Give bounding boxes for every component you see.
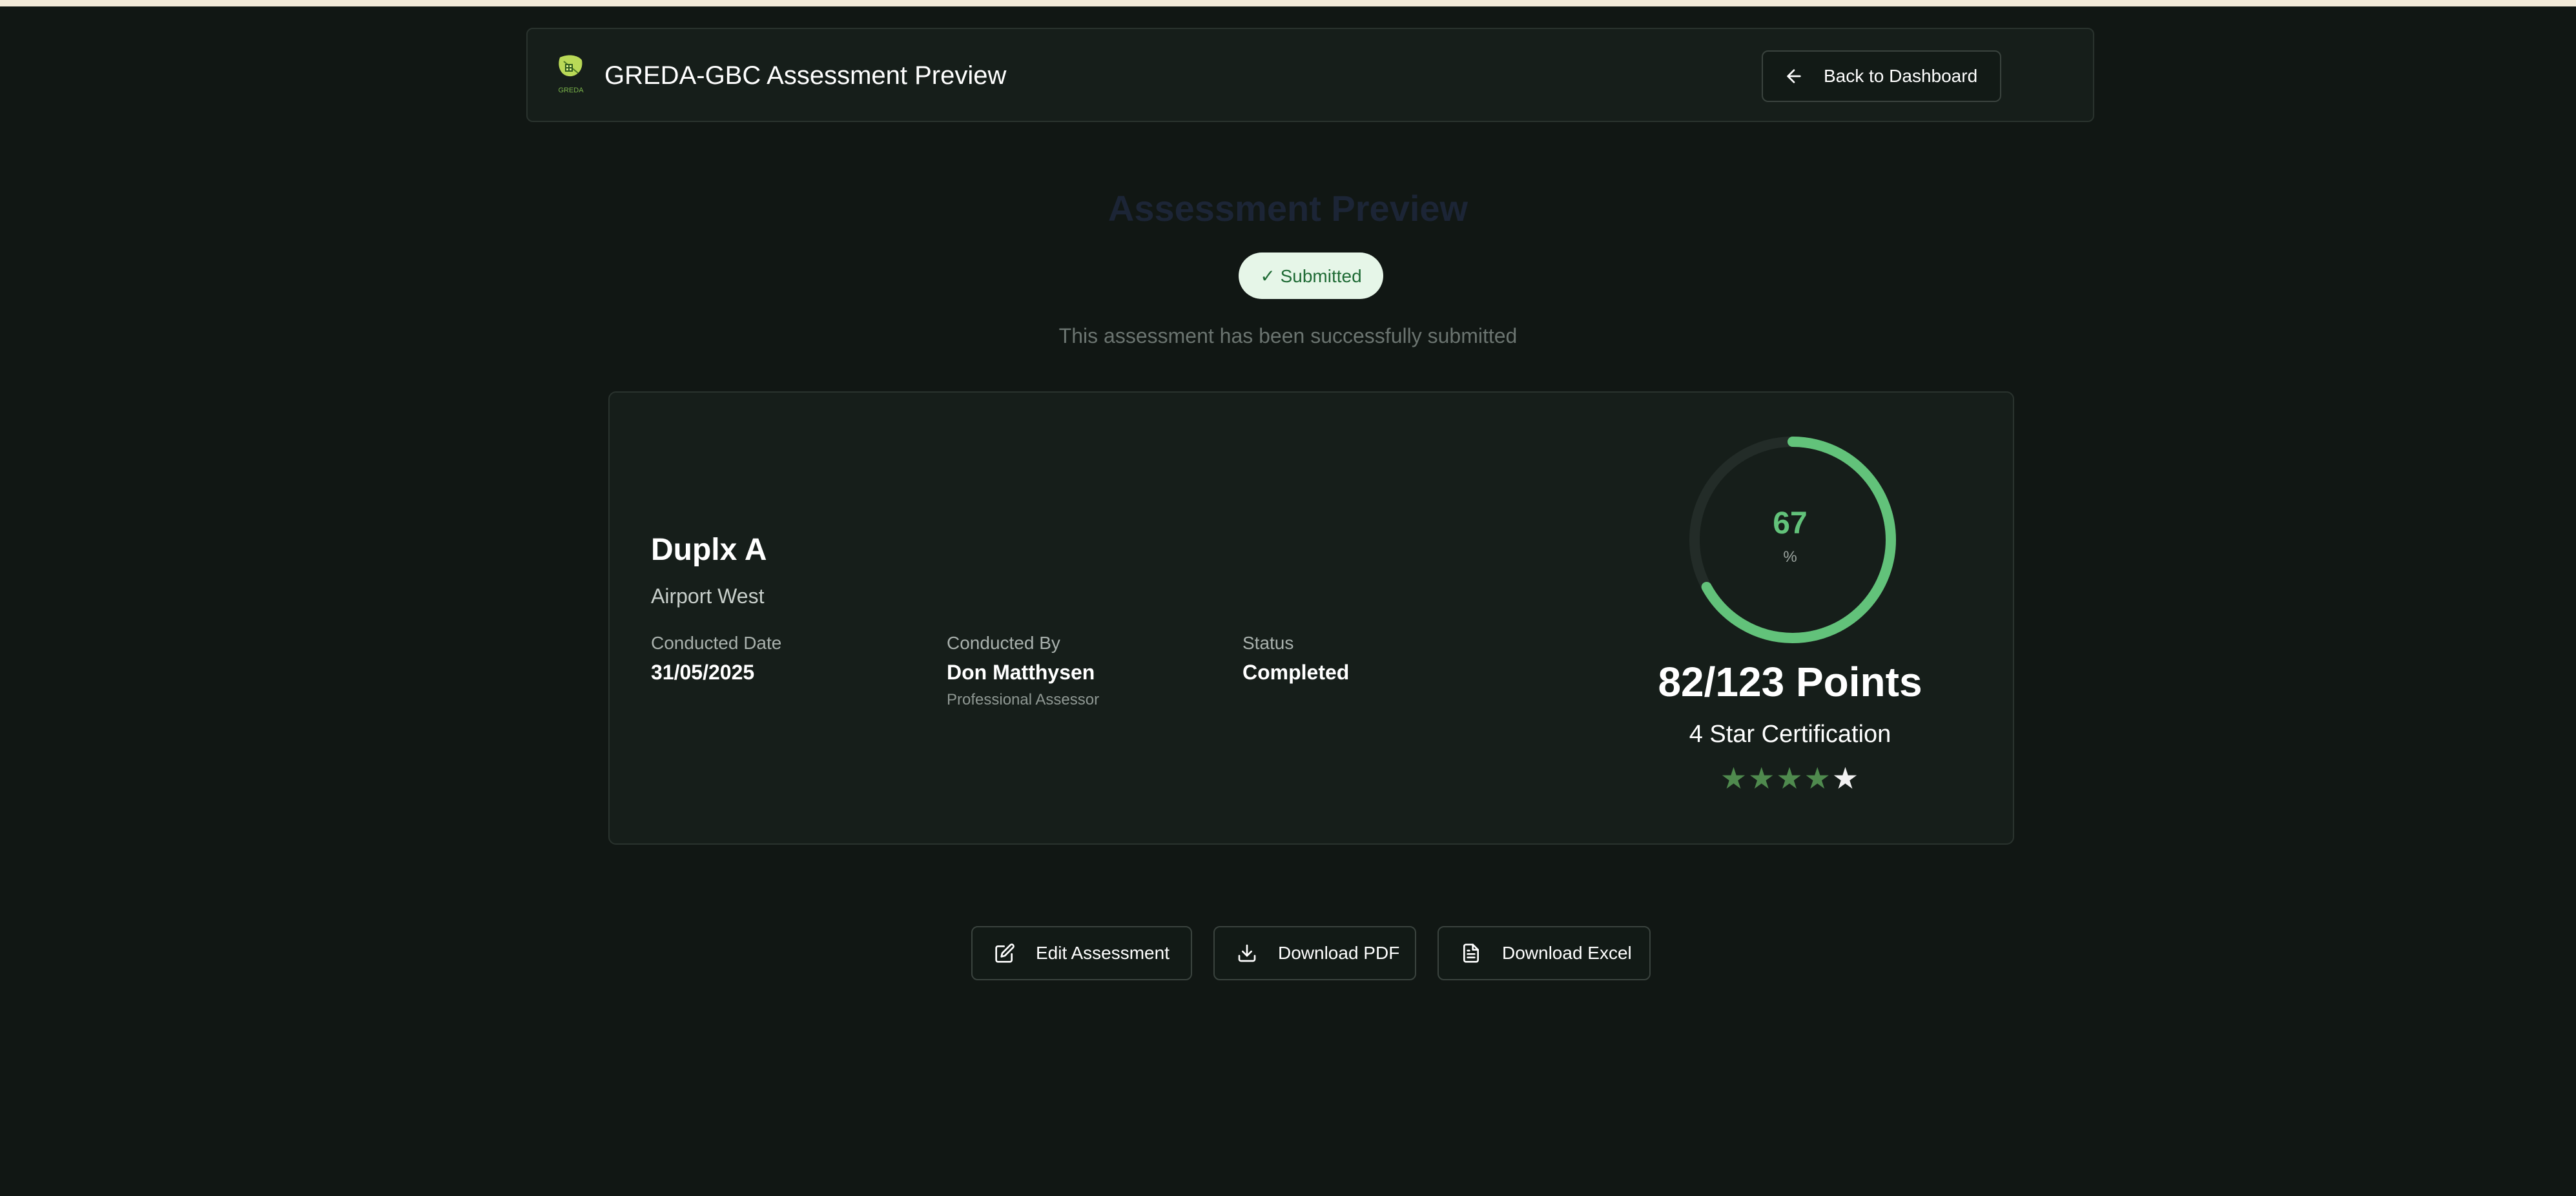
download-excel-label: Download Excel xyxy=(1502,943,1632,963)
score-percent-unit: % xyxy=(1783,548,1797,566)
score-percent: 67 xyxy=(1773,506,1808,541)
conducted-date-label: Conducted Date xyxy=(651,633,782,653)
download-excel-button[interactable]: Download Excel xyxy=(1437,926,1651,980)
star-rating: ★★★★★ xyxy=(1609,761,1971,796)
status-label: Status xyxy=(1242,633,1294,653)
edit-assessment-button[interactable]: Edit Assessment xyxy=(971,926,1192,980)
assessment-summary-card: Duplx A Airport West Conducted Date 31/0… xyxy=(608,391,2014,845)
status-value: Completed xyxy=(1242,661,1350,684)
conducted-by-label: Conducted By xyxy=(947,633,1060,653)
top-strip xyxy=(0,0,2576,6)
score-panel: 67 % 82/123 Points 4 Star Certification … xyxy=(1609,393,1971,846)
file-text-icon xyxy=(1461,943,1481,964)
logo-text: GREDA xyxy=(558,87,584,94)
edit-icon xyxy=(994,943,1015,964)
arrow-left-icon xyxy=(1784,66,1804,87)
submission-message: This assessment has been successfully su… xyxy=(1058,324,1518,347)
download-icon xyxy=(1237,943,1257,964)
star-filled-icon: ★ xyxy=(1748,761,1777,795)
download-pdf-label: Download PDF xyxy=(1278,943,1400,963)
download-pdf-button[interactable]: Download PDF xyxy=(1213,926,1416,980)
submitted-status-badge: ✓ Submitted xyxy=(1239,253,1383,299)
star-filled-icon: ★ xyxy=(1720,761,1749,795)
status-block: Status Completed xyxy=(1242,632,1349,686)
app-header: GREDA GREDA-GBC Assessment Preview Back … xyxy=(526,28,2094,122)
points-total: 82/123 Points xyxy=(1658,659,1922,705)
header-title: GREDA-GBC Assessment Preview xyxy=(604,61,1007,90)
conducted-date-value: 31/05/2025 xyxy=(651,661,755,684)
conducted-by-value: Don Matthysen xyxy=(947,661,1095,684)
project-name: Duplx A xyxy=(651,533,767,567)
back-to-dashboard-label: Back to Dashboard xyxy=(1824,66,1978,86)
star-empty-icon: ★ xyxy=(1831,761,1860,795)
page-title: Assessment Preview xyxy=(1108,188,1468,229)
certification-level: 4 Star Certification xyxy=(1689,721,1891,748)
project-location: Airport West xyxy=(651,584,765,608)
conducted-date-block: Conducted Date 31/05/2025 xyxy=(651,632,781,686)
conducted-by-block: Conducted By Don Matthysen Professional … xyxy=(947,632,1099,710)
assessor-role: Professional Assessor xyxy=(947,691,1100,708)
star-filled-icon: ★ xyxy=(1804,761,1832,795)
edit-assessment-label: Edit Assessment xyxy=(1036,943,1170,963)
back-to-dashboard-button[interactable]: Back to Dashboard xyxy=(1762,50,2001,102)
greda-logo: GREDA xyxy=(556,54,586,95)
star-filled-icon: ★ xyxy=(1776,761,1804,795)
